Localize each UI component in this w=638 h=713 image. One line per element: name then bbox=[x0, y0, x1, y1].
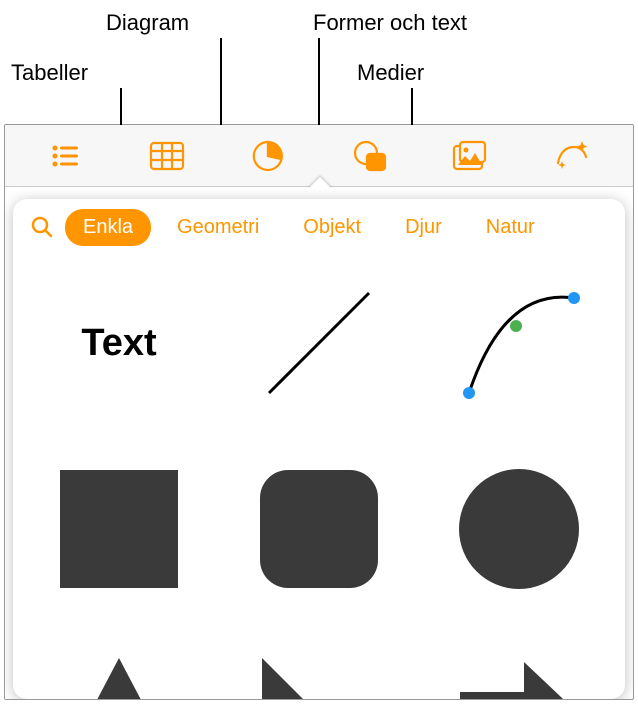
tab-objects[interactable]: Objekt bbox=[285, 209, 379, 246]
tab-simple[interactable]: Enkla bbox=[65, 209, 151, 246]
right-triangle-icon bbox=[254, 650, 384, 699]
media-icon bbox=[452, 139, 490, 173]
chart-icon bbox=[251, 139, 285, 173]
shapes-grid: Text bbox=[13, 255, 625, 699]
table-button[interactable] bbox=[145, 134, 189, 178]
rounded-square-icon bbox=[254, 464, 384, 594]
shape-line[interactable] bbox=[239, 273, 399, 413]
search-icon bbox=[30, 215, 54, 239]
shape-right-triangle[interactable] bbox=[239, 645, 399, 699]
shape-curve[interactable] bbox=[439, 273, 599, 413]
effect-icon bbox=[554, 139, 590, 173]
list-icon bbox=[50, 140, 82, 172]
shape-rounded-square[interactable] bbox=[239, 459, 399, 599]
effect-button[interactable] bbox=[550, 134, 594, 178]
shape-icon bbox=[352, 139, 388, 173]
shapes-popover: Enkla Geometri Objekt Djur Natur Text bbox=[13, 199, 625, 699]
tab-animals[interactable]: Djur bbox=[387, 209, 460, 246]
callout-label-tables: Tabeller bbox=[11, 60, 88, 86]
tab-nature[interactable]: Natur bbox=[468, 209, 553, 246]
search-button[interactable] bbox=[27, 215, 57, 239]
arrow-right-icon bbox=[454, 650, 584, 699]
shape-triangle[interactable] bbox=[39, 645, 199, 699]
square-icon bbox=[54, 464, 184, 594]
shape-text[interactable]: Text bbox=[39, 273, 199, 413]
triangle-icon bbox=[54, 650, 184, 699]
tab-geometry[interactable]: Geometri bbox=[159, 209, 277, 246]
media-button[interactable] bbox=[449, 134, 493, 178]
callout-label-shapes-text: Former och text bbox=[313, 10, 467, 36]
curve-icon bbox=[454, 278, 584, 408]
chart-button[interactable] bbox=[246, 134, 290, 178]
app-container: Enkla Geometri Objekt Djur Natur Text bbox=[4, 124, 634, 700]
circle-icon bbox=[454, 464, 584, 594]
callout-label-media: Medier bbox=[357, 60, 424, 86]
list-button[interactable] bbox=[44, 134, 88, 178]
shape-square[interactable] bbox=[39, 459, 199, 599]
shape-arrow-right[interactable] bbox=[439, 645, 599, 699]
line-icon bbox=[254, 278, 384, 408]
shape-button[interactable] bbox=[348, 134, 392, 178]
shape-text-label: Text bbox=[81, 322, 156, 365]
callout-area: Diagram Former och text Tabeller Medier bbox=[0, 0, 638, 120]
popover-arrow bbox=[308, 177, 332, 189]
table-icon bbox=[149, 141, 185, 171]
callout-label-chart: Diagram bbox=[106, 10, 189, 36]
popover-tabs: Enkla Geometri Objekt Djur Natur bbox=[13, 199, 625, 255]
shape-circle[interactable] bbox=[439, 459, 599, 599]
popover-wrapper: Enkla Geometri Objekt Djur Natur Text bbox=[5, 187, 633, 699]
